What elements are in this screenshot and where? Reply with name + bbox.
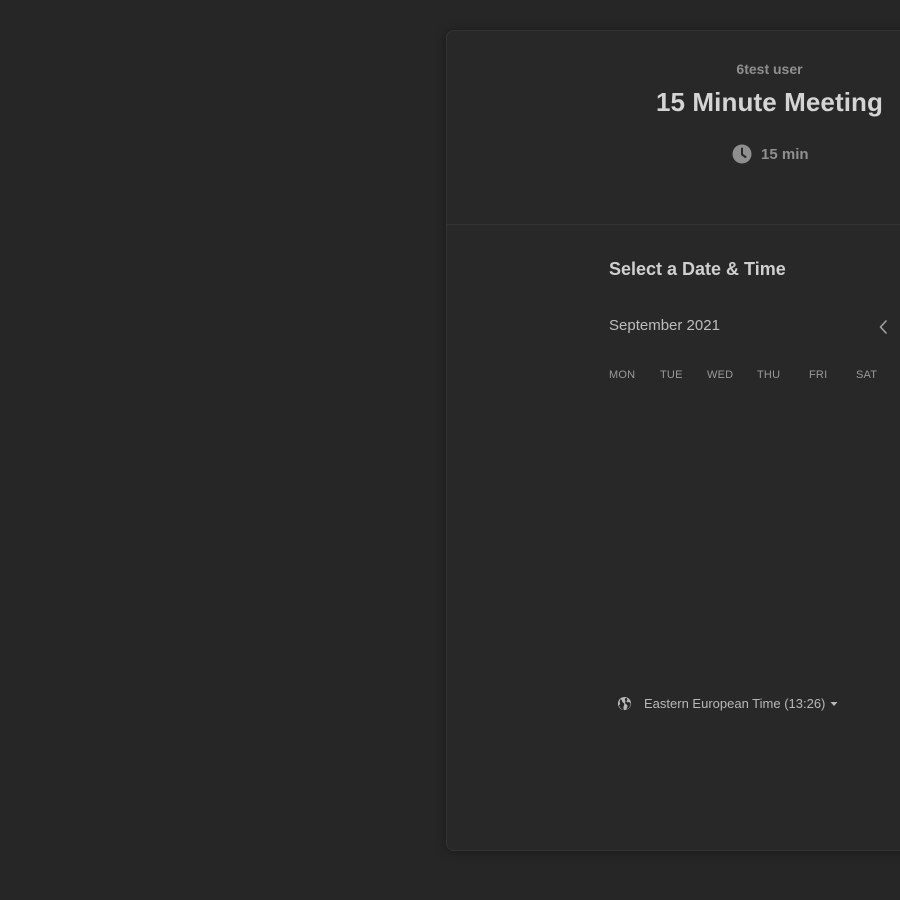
month-label: September 2021 xyxy=(609,317,720,334)
event-header: 6test user 15 Minute Meeting 15 min xyxy=(447,31,900,225)
weekday-label: MON xyxy=(609,369,636,381)
duration-label: 15 min xyxy=(761,145,809,163)
globe-icon xyxy=(617,696,632,711)
caret-down-icon xyxy=(830,701,838,707)
clock-icon xyxy=(732,144,752,164)
timezone-selector[interactable]: Eastern European Time (13:26) xyxy=(617,696,838,711)
scheduling-card: 6test user 15 Minute Meeting 15 min Sele… xyxy=(446,30,900,851)
event-title: 15 Minute Meeting xyxy=(655,87,884,117)
weekday-label: WED xyxy=(707,369,734,381)
weekday-label: SAT xyxy=(856,369,878,381)
weekday-header: MON TUE WED THU FRI SAT xyxy=(609,369,900,381)
month-navigation: September 2021 xyxy=(609,315,899,339)
host-name: 6test user xyxy=(736,61,803,77)
timezone-label: Eastern European Time (13:26) xyxy=(644,696,826,711)
booking-page: 6test user 15 Minute Meeting 15 min Sele… xyxy=(0,0,900,900)
weekday-label: FRI xyxy=(809,369,828,381)
weekday-label: TUE xyxy=(660,369,683,381)
chevron-left-icon xyxy=(879,320,887,334)
event-duration: 15 min xyxy=(732,143,809,165)
previous-month-button[interactable] xyxy=(871,315,895,339)
weekday-label: THU xyxy=(757,369,781,381)
section-title: Select a Date & Time xyxy=(609,259,786,279)
